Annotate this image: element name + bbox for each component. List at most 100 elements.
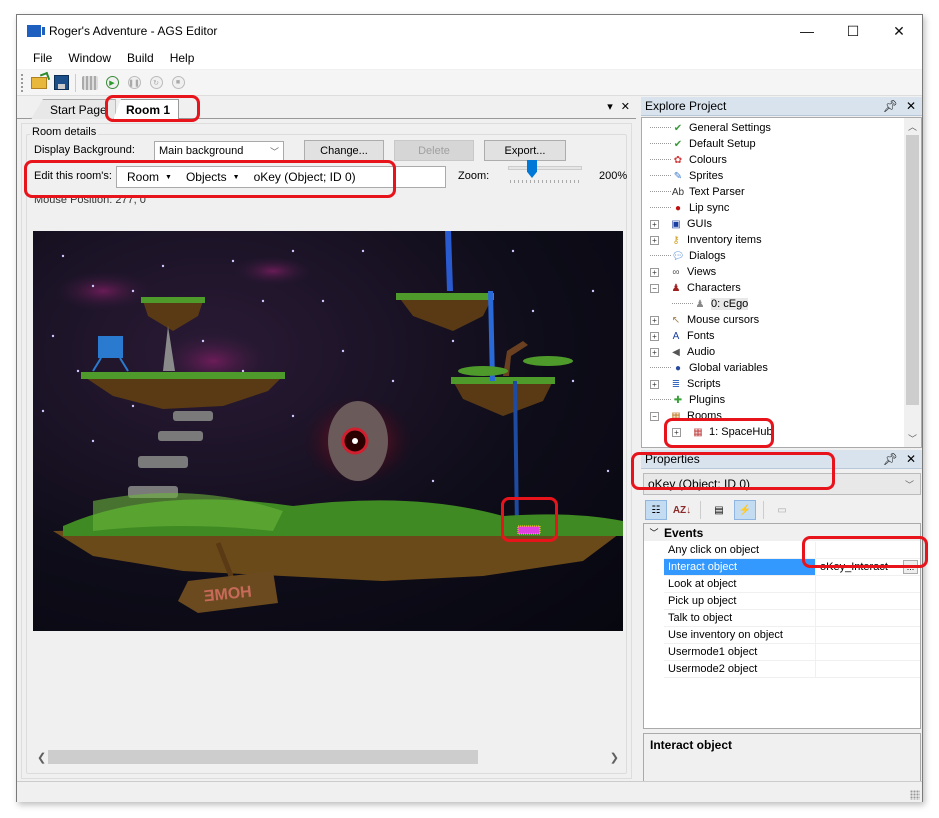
expand-icon[interactable]: + — [650, 315, 659, 325]
delete-background-button[interactable]: Delete — [394, 140, 474, 161]
scroll-down-icon[interactable]: ﹀ — [908, 432, 917, 445]
properties-view-button[interactable]: ▤ — [708, 500, 730, 520]
close-pane-icon[interactable]: ✕ — [906, 452, 916, 466]
breadcrumb-dropdown-icon[interactable]: ▼ — [233, 174, 248, 181]
tree-item[interactable]: ● Global variables — [650, 360, 768, 376]
horizontal-scroll-thumb[interactable] — [48, 750, 478, 764]
tab-room-1[interactable]: Room 1 — [113, 99, 180, 120]
events-view-button[interactable]: ⚡ — [734, 500, 756, 520]
run-button[interactable]: ▶ — [101, 72, 123, 94]
breadcrumb-dropdown-icon[interactable]: ▼ — [165, 174, 180, 181]
property-row[interactable]: Interact object oKey_Interact... — [664, 559, 920, 576]
close-pane-icon[interactable]: ✕ — [906, 99, 916, 113]
room-horizontal-scrollbar[interactable]: ❮ ❯ — [33, 749, 623, 765]
tree-item[interactable]: ✚ Plugins — [650, 392, 725, 408]
tree-item[interactable]: ♟ 0: cEgo — [672, 296, 749, 312]
property-value[interactable] — [816, 661, 920, 677]
categorized-view-button[interactable]: ☷ — [645, 500, 667, 520]
tab-start-page[interactable]: Start Page — [31, 99, 116, 119]
display-background-select[interactable]: Main background ﹀ — [154, 141, 284, 161]
collapse-chevron-icon[interactable]: ﹀ — [644, 526, 664, 539]
pin-icon[interactable]: 📌︎ — [883, 452, 898, 466]
change-background-button[interactable]: Change... — [304, 140, 384, 161]
tree-item[interactable]: ✿ Colours — [650, 152, 727, 168]
tree-item[interactable]: Ab Text Parser — [650, 184, 745, 200]
tree-item[interactable]: + ⚷ Inventory items — [650, 232, 762, 248]
tree-item[interactable]: + ▦ 1: SpaceHub — [672, 424, 773, 440]
breadcrumb-objects[interactable]: Objects — [180, 170, 233, 184]
property-row[interactable]: Use inventory on object — [664, 627, 920, 644]
tree-item[interactable]: − ♟ Characters — [650, 280, 741, 296]
tree-scroll-thumb[interactable] — [906, 135, 919, 405]
property-row[interactable]: Usermode1 object — [664, 644, 920, 661]
tree-item[interactable]: + ↖ Mouse cursors — [650, 312, 759, 328]
property-pages-button[interactable]: ▭ — [771, 500, 793, 520]
maximize-button[interactable]: ☐ — [830, 15, 876, 47]
open-project-button[interactable] — [28, 72, 50, 94]
tree-vertical-scrollbar[interactable]: ︿ ﹀ — [904, 118, 921, 447]
alphabetical-view-button[interactable]: AZ↓ — [671, 500, 693, 520]
breadcrumb-room[interactable]: Room — [121, 170, 165, 184]
property-value[interactable] — [816, 542, 920, 558]
property-value[interactable] — [816, 593, 920, 609]
tree-item[interactable]: ✎ Sprites — [650, 168, 723, 184]
explore-project-header: Explore Project 📌︎ ✕ — [641, 97, 922, 116]
property-row[interactable]: Talk to object — [664, 610, 920, 627]
tree-item[interactable]: + ∞ Views — [650, 264, 716, 280]
tree-item[interactable]: + ▣ GUIs — [650, 216, 712, 232]
breadcrumb-selected-object[interactable]: oKey (Object; ID 0) — [248, 170, 362, 184]
save-button[interactable] — [50, 72, 72, 94]
expand-icon[interactable]: + — [672, 427, 681, 437]
property-row[interactable]: Any click on object — [664, 542, 920, 559]
build-button[interactable] — [79, 72, 101, 94]
tree-item[interactable]: + A Fonts — [650, 328, 715, 344]
events-category[interactable]: ﹀ Events — [644, 524, 920, 541]
ellipsis-button[interactable]: ... — [903, 560, 918, 574]
key-object[interactable] — [517, 525, 541, 535]
export-background-button[interactable]: Export... — [484, 140, 566, 161]
expand-icon[interactable]: + — [650, 331, 659, 341]
expand-icon[interactable]: + — [650, 267, 659, 277]
scroll-right-icon[interactable]: ❯ — [610, 751, 619, 764]
menu-window[interactable]: Window — [60, 51, 119, 65]
property-value[interactable] — [816, 627, 920, 643]
minimize-button[interactable]: — — [784, 15, 830, 47]
collapse-icon[interactable]: − — [650, 283, 659, 293]
room-canvas[interactable]: HOME — [33, 231, 623, 631]
close-window-button[interactable]: ✕ — [876, 15, 922, 47]
stop-button[interactable]: ■ — [167, 72, 189, 94]
expand-icon[interactable]: + — [650, 347, 659, 357]
property-row[interactable]: Usermode2 object — [664, 661, 920, 678]
step-button[interactable]: ↻ — [145, 72, 167, 94]
property-value[interactable] — [816, 576, 920, 592]
property-value[interactable] — [816, 644, 920, 660]
menu-build[interactable]: Build — [119, 51, 162, 65]
tab-list-dropdown-icon[interactable]: ▾ — [607, 100, 613, 113]
expand-icon[interactable]: + — [650, 235, 659, 245]
scroll-left-icon[interactable]: ❮ — [37, 751, 46, 764]
tree-item[interactable]: ✔ Default Setup — [650, 136, 756, 152]
menu-file[interactable]: File — [25, 51, 60, 65]
property-value[interactable] — [816, 610, 920, 626]
property-row[interactable]: Look at object — [664, 576, 920, 593]
room-background-image[interactable]: HOME — [33, 231, 623, 631]
tree-item[interactable]: 💬︎ Dialogs — [650, 248, 726, 264]
menu-help[interactable]: Help — [162, 51, 203, 65]
tree-item[interactable]: + ≣ Scripts — [650, 376, 721, 392]
pause-button[interactable]: ❚❚ — [123, 72, 145, 94]
pin-icon[interactable]: 📌︎ — [883, 99, 898, 113]
collapse-icon[interactable]: − — [650, 411, 659, 421]
expand-icon[interactable]: + — [650, 219, 659, 229]
expand-icon[interactable]: + — [650, 379, 659, 389]
scroll-up-icon[interactable]: ︿ — [908, 120, 917, 133]
resize-grip-icon[interactable] — [910, 790, 920, 800]
close-tab-icon[interactable]: ✕ — [621, 100, 630, 113]
toolbar-grip[interactable] — [21, 73, 24, 92]
property-row[interactable]: Pick up object — [664, 593, 920, 610]
tree-item[interactable]: ✔ General Settings — [650, 120, 771, 136]
tree-item[interactable]: − ▦ Rooms — [650, 408, 722, 424]
property-value[interactable]: oKey_Interact... — [816, 559, 920, 575]
properties-object-select[interactable]: oKey (Object; ID 0) ﹀ — [643, 473, 921, 495]
tree-item[interactable]: + ◀ Audio — [650, 344, 715, 360]
tree-item[interactable]: ● Lip sync — [650, 200, 729, 216]
